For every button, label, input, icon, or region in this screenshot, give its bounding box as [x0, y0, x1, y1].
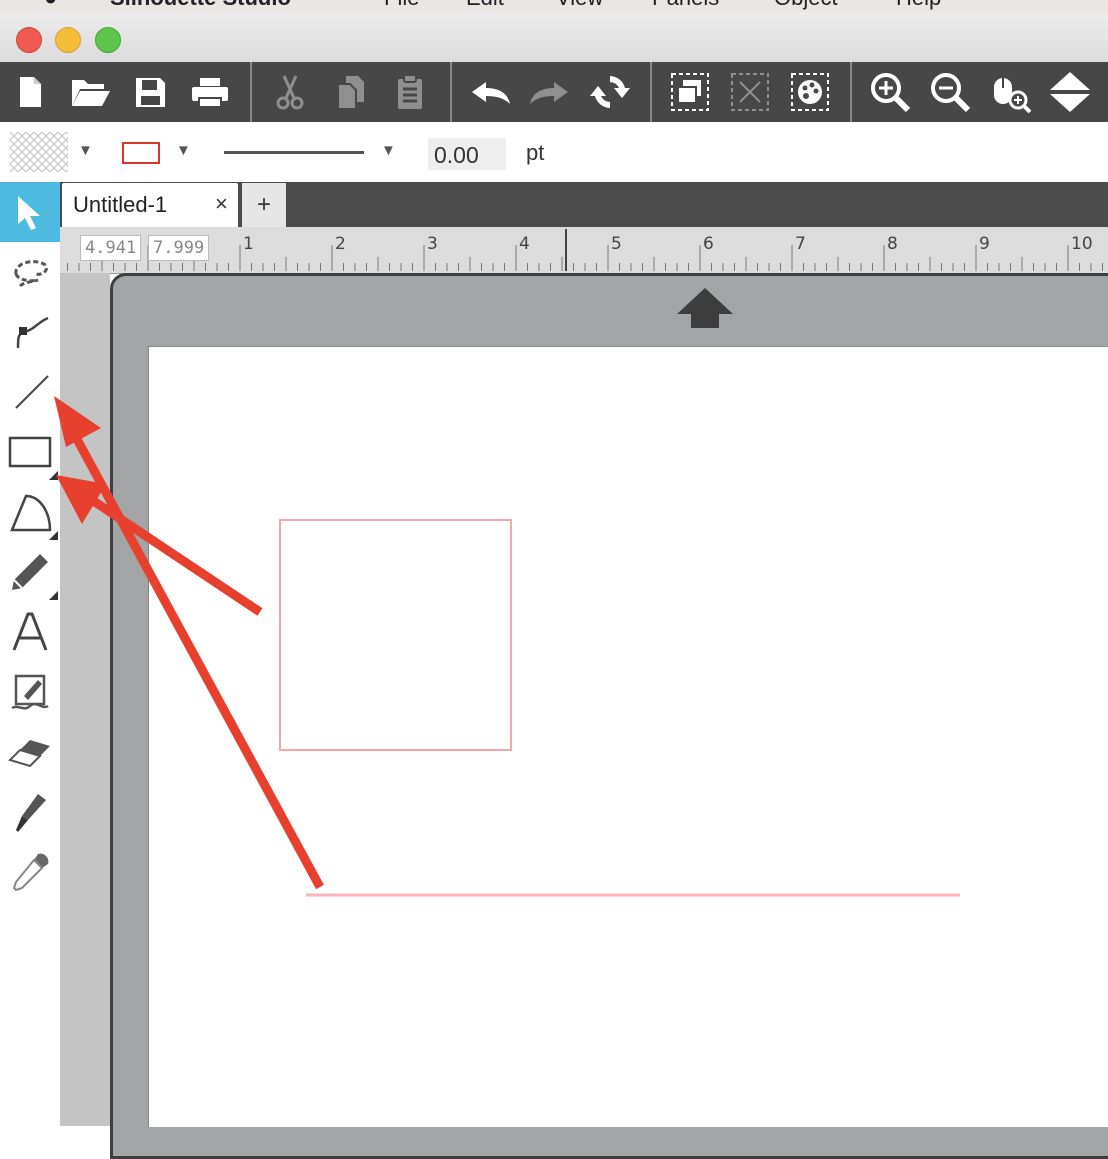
canvas-overlay — [54, 396, 960, 897]
square-shape[interactable] — [279, 519, 512, 751]
